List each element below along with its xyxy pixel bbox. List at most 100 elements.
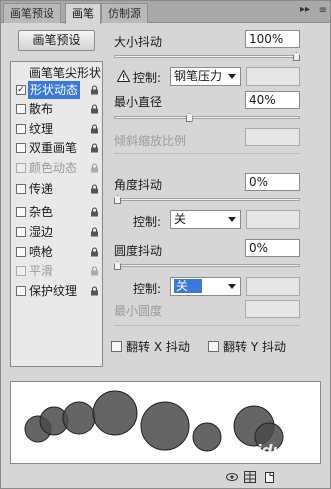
list-item[interactable]: 平滑: [15, 262, 101, 280]
lock-icon[interactable]: [90, 143, 99, 153]
min-diameter-slider-thumb[interactable]: [185, 113, 193, 122]
list-item-checkbox[interactable]: [16, 266, 26, 276]
lock-icon[interactable]: [90, 227, 99, 237]
control-dropdown-1-value: 钢笔压力: [174, 69, 223, 83]
list-item-label: 保护纹理: [29, 284, 78, 298]
list-item-checkbox[interactable]: ✓: [16, 85, 26, 95]
brush-panel: 画笔预设 画笔 仿制源 ▸▸ ≡ 画笔预设 画笔笔尖形状 ✓ 形状动态散布纹理双重…: [0, 0, 331, 489]
control-dropdown-2-value: 关: [174, 212, 187, 226]
tilt-scale-label: 倾斜缩放比例: [114, 134, 187, 148]
list-item[interactable]: 湿边: [15, 223, 101, 241]
list-item-label: 颜色动态: [29, 161, 78, 175]
size-jitter-slider[interactable]: [114, 55, 300, 58]
size-jitter-field[interactable]: 100%: [245, 30, 300, 48]
list-item-checkbox[interactable]: [16, 143, 26, 153]
list-item[interactable]: 双重画笔: [15, 139, 101, 157]
angle-jitter-slider[interactable]: [114, 198, 300, 201]
list-item[interactable]: 传递: [15, 180, 101, 198]
lock-icon[interactable]: [90, 286, 99, 296]
control-label-3: 控制:: [133, 282, 162, 296]
control-dropdown-2[interactable]: 关: [170, 210, 241, 229]
flip-x-label: 翻转 X 抖动: [126, 340, 190, 354]
lock-icon[interactable]: [90, 104, 99, 114]
list-item-label: 杂色: [29, 205, 54, 219]
list-item[interactable]: 喷枪: [15, 243, 101, 261]
min-diameter-label: 最小直径: [114, 95, 163, 109]
lock-icon[interactable]: [90, 247, 99, 257]
lock-icon[interactable]: [90, 124, 99, 134]
roundness-jitter-field[interactable]: 0%: [245, 239, 300, 257]
tab-brush[interactable]: 画笔: [65, 3, 101, 24]
list-item-checkbox[interactable]: [16, 227, 26, 237]
brush-settings-list: 画笔笔尖形状 ✓ 形状动态散布纹理双重画笔颜色动态传递杂色湿边喷枪平滑保护纹理: [10, 61, 103, 367]
stroke-preview: Baidu经验: [10, 381, 321, 464]
list-item[interactable]: ✓ 形状动态: [15, 81, 101, 99]
chevron-down-icon: [228, 217, 236, 222]
control-label-1: 控制:: [133, 71, 162, 85]
tab-clone-source[interactable]: 仿制源: [101, 3, 148, 23]
control-dropdown-1[interactable]: 钢笔压力: [170, 67, 241, 86]
flip-y-checkbox[interactable]: [208, 341, 219, 352]
size-jitter-slider-thumb[interactable]: [293, 52, 300, 61]
lock-icon[interactable]: [90, 163, 99, 173]
list-item-label: 形状动态: [28, 81, 81, 99]
roundness-jitter-slider-thumb[interactable]: [114, 261, 121, 270]
brush-tip-shape-item[interactable]: 画笔笔尖形状: [29, 64, 101, 81]
list-item[interactable]: 杂色: [15, 203, 101, 221]
warning-icon: [117, 70, 130, 82]
list-item-checkbox[interactable]: [16, 163, 26, 173]
min-diameter-slider[interactable]: [114, 116, 300, 119]
flip-x-checkbox[interactable]: [111, 341, 122, 352]
tilt-scale-slider-disabled: [114, 153, 300, 154]
size-jitter-label: 大小抖动: [114, 35, 163, 49]
brush-dab: [62, 401, 96, 435]
control-extra-field-2: [246, 210, 300, 229]
list-item-checkbox[interactable]: [16, 104, 26, 114]
watermark: Baidu经验: [234, 441, 314, 460]
flip-y-label: 翻转 Y 抖动: [223, 340, 286, 354]
brush-dab: [192, 422, 222, 452]
panel-footer: [1, 468, 330, 488]
list-item-checkbox[interactable]: [16, 207, 26, 217]
list-item-checkbox[interactable]: [16, 184, 26, 194]
chevron-down-icon: [228, 74, 236, 79]
grid-icon[interactable]: [244, 471, 256, 483]
list-item-checkbox[interactable]: [16, 286, 26, 296]
list-item-label: 散布: [29, 102, 54, 116]
lock-icon[interactable]: [90, 85, 99, 95]
control-label-2: 控制:: [133, 215, 162, 229]
brush-presets-button[interactable]: 画笔预设: [18, 30, 95, 51]
brush-dab: [92, 390, 138, 436]
brush-dab: [140, 401, 190, 451]
list-item-checkbox[interactable]: [16, 247, 26, 257]
list-item[interactable]: 纹理: [15, 120, 101, 138]
control-dropdown-3[interactable]: 关: [170, 277, 241, 296]
control-extra-field-3: [246, 277, 300, 296]
list-item-label: 纹理: [29, 122, 54, 136]
list-item-label: 平滑: [29, 264, 54, 278]
chevron-down-icon: [228, 284, 236, 289]
angle-jitter-field[interactable]: 0%: [245, 173, 300, 191]
control-dropdown-3-value: 关: [174, 279, 203, 293]
new-page-icon[interactable]: [263, 471, 275, 483]
min-diameter-field[interactable]: 40%: [245, 91, 300, 109]
lock-icon[interactable]: [90, 184, 99, 194]
list-item-label: 传递: [29, 182, 54, 196]
lock-icon[interactable]: [90, 266, 99, 276]
panel-menu-icon[interactable]: ≡: [319, 5, 327, 16]
list-item-label: 双重画笔: [29, 141, 78, 155]
list-item[interactable]: 保护纹理: [15, 282, 101, 300]
tab-brush-presets[interactable]: 画笔预设: [3, 3, 61, 23]
roundness-jitter-label: 圆度抖动: [114, 244, 163, 258]
roundness-jitter-slider[interactable]: [114, 264, 300, 267]
collapse-icon[interactable]: ▸▸: [300, 4, 310, 15]
min-roundness-slider-disabled: [114, 325, 300, 326]
control-extra-field-1: [246, 67, 300, 86]
list-item-checkbox[interactable]: [16, 124, 26, 134]
eye-icon[interactable]: [226, 471, 238, 483]
list-item[interactable]: 散布: [15, 100, 101, 118]
angle-jitter-slider-thumb[interactable]: [114, 195, 121, 204]
list-item[interactable]: 颜色动态: [15, 159, 101, 177]
lock-icon[interactable]: [90, 207, 99, 217]
tab-bar: 画笔预设 画笔 仿制源 ▸▸ ≡: [1, 1, 330, 24]
